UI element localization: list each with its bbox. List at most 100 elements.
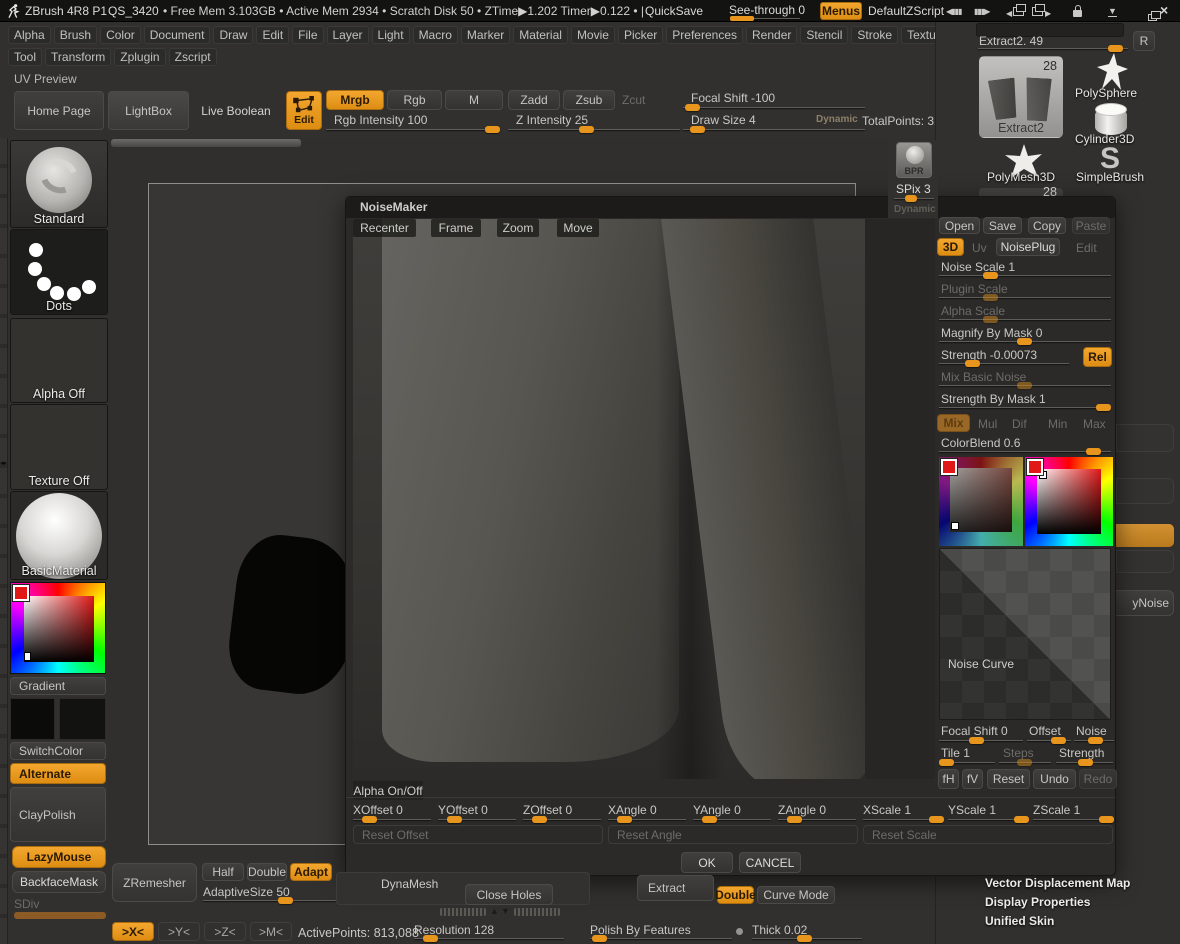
strength-slider[interactable] — [939, 360, 1069, 367]
slider-handle[interactable] — [1096, 404, 1112, 411]
blend-tab-max[interactable]: Max — [1083, 417, 1106, 431]
zoffset-slider[interactable] — [523, 816, 601, 823]
canvas-top-scrollbar[interactable] — [111, 139, 301, 147]
half-button[interactable]: Half — [202, 863, 244, 881]
noise-color2-swatch[interactable] — [1026, 458, 1044, 476]
slider-handle[interactable] — [787, 816, 803, 823]
xangle-slider[interactable] — [608, 816, 686, 823]
slider-handle[interactable] — [422, 935, 438, 942]
see-through-slider-label[interactable]: See-through 0 — [729, 3, 805, 17]
stepper-stripe[interactable] — [440, 908, 486, 916]
menu-marker[interactable]: Marker — [460, 26, 511, 44]
reset-angle-button[interactable]: Reset Angle — [608, 825, 858, 844]
menu-zplugin[interactable]: Zplugin — [114, 48, 166, 66]
menu-transform[interactable]: Transform — [45, 48, 112, 66]
menu-vector-displacement-map[interactable]: Vector Displacement Map — [985, 876, 1130, 890]
noise-color1-swatch[interactable] — [940, 458, 958, 476]
plugin-scale-slider[interactable] — [939, 294, 1111, 301]
slider-handle[interactable] — [968, 737, 984, 744]
menu-unified-skin[interactable]: Unified Skin — [985, 914, 1054, 928]
scroll-arrows-icon[interactable]: ◂▸ — [0, 460, 7, 467]
subdivision-stepper[interactable]: ▲ ▼ — [440, 906, 560, 917]
extract-button[interactable]: Extract — [637, 875, 714, 901]
tile-slider[interactable] — [939, 759, 995, 766]
draw-size-dynamic-label[interactable]: Dynamic — [816, 114, 858, 125]
slider-handle[interactable] — [1085, 448, 1101, 455]
slider-handle[interactable] — [277, 897, 293, 904]
float-panel-left-icon[interactable]: ◀ — [1006, 4, 1027, 18]
recenter-button[interactable]: Recenter — [353, 219, 416, 237]
menu-edit[interactable]: Edit — [256, 26, 290, 44]
sv-square[interactable] — [1037, 469, 1101, 534]
resolution-slider[interactable] — [414, 935, 564, 942]
yscale-slider[interactable] — [948, 816, 1030, 823]
dynamesh-label[interactable]: DynaMesh — [381, 877, 438, 891]
mrgb-button[interactable]: Mrgb — [326, 90, 384, 110]
alternate-button[interactable]: Alternate — [10, 763, 106, 784]
sv-square[interactable] — [950, 468, 1012, 532]
gradient-button[interactable]: Gradient — [10, 677, 106, 695]
slider-handle[interactable] — [1108, 45, 1123, 52]
menu-movie[interactable]: Movie — [570, 26, 615, 44]
close-icon[interactable]: × — [1160, 2, 1168, 18]
left-scrollbar[interactable]: ◂▸ — [0, 138, 8, 944]
see-through-slider[interactable] — [730, 16, 800, 21]
slider-handle[interactable] — [702, 816, 718, 823]
focal-shift-slider[interactable] — [683, 104, 865, 111]
rgb-button[interactable]: Rgb — [387, 90, 442, 110]
menu-stroke[interactable]: Stroke — [851, 26, 899, 44]
zangle-slider[interactable] — [778, 816, 856, 823]
blend-tab-mul[interactable]: Mul — [978, 417, 997, 431]
mirror-y-button[interactable]: >Y< — [158, 922, 200, 941]
quicksave-button[interactable]: QuickSave — [645, 4, 703, 18]
menu-picker[interactable]: Picker — [617, 26, 664, 44]
blend-tab-dif[interactable]: Dif — [1012, 417, 1027, 431]
alpha-scale-slider[interactable] — [939, 316, 1111, 323]
menu-brush[interactable]: Brush — [53, 26, 98, 44]
edit-button[interactable]: Edit — [286, 91, 322, 130]
bpr-button[interactable]: BPR — [896, 142, 932, 178]
draw-size-slider[interactable] — [683, 126, 865, 133]
curve-noise-slider[interactable] — [1074, 737, 1114, 744]
brush-thumbnail-standard[interactable]: Standard — [10, 140, 108, 228]
reset-scale-button[interactable]: Reset Scale — [863, 825, 1113, 844]
slider-handle[interactable] — [1014, 816, 1030, 823]
current-color-swatch[interactable] — [12, 584, 30, 602]
xoffset-slider[interactable] — [353, 816, 431, 823]
slider-handle[interactable] — [592, 935, 607, 942]
menu-color[interactable]: Color — [100, 26, 141, 44]
extract-slider[interactable] — [978, 45, 1128, 52]
switch-color-button[interactable]: SwitchColor — [10, 742, 106, 760]
menu-zscript[interactable]: Zscript — [168, 48, 217, 66]
slider-handle[interactable] — [579, 126, 595, 133]
slider-handle[interactable] — [484, 126, 500, 133]
copy-button[interactable]: Copy — [1028, 217, 1066, 234]
home-page-button[interactable]: Home Page — [14, 91, 104, 130]
polymesh3d-label[interactable]: PolyMesh3D — [987, 170, 1055, 184]
slider-handle[interactable] — [1099, 816, 1115, 823]
slider-handle[interactable] — [532, 816, 548, 823]
mirror-z-button[interactable]: >Z< — [204, 922, 246, 941]
slider-handle[interactable] — [982, 272, 998, 279]
curve-offset-slider[interactable] — [1027, 737, 1071, 744]
next-document-icon[interactable]: ▮▮▮▶ — [974, 7, 990, 16]
zscale-slider[interactable] — [1033, 816, 1115, 823]
backface-mask-button[interactable]: BackfaceMask — [12, 871, 106, 893]
move-button[interactable]: Move — [557, 219, 599, 237]
mirror-m-button[interactable]: >M< — [250, 922, 292, 941]
noiseplug-button[interactable]: NoisePlug — [996, 238, 1060, 256]
mode-uv-button[interactable]: Uv — [972, 241, 987, 255]
noise-scale-slider[interactable] — [939, 272, 1111, 279]
stepper-down-icon[interactable]: ▼ — [501, 906, 510, 916]
thick-slider[interactable] — [752, 935, 862, 942]
alpha-thumbnail[interactable]: Alpha Off — [10, 318, 108, 403]
active-tool-thumbnail[interactable]: 28 Extract2 — [979, 56, 1063, 138]
strength-by-mask-slider[interactable] — [939, 404, 1112, 411]
blend-tab-min[interactable]: Min — [1048, 417, 1067, 431]
m-button[interactable]: M — [445, 90, 503, 110]
rel-button[interactable]: Rel — [1083, 347, 1112, 367]
paste-button[interactable]: Paste — [1072, 217, 1110, 234]
magnify-by-mask-slider[interactable] — [939, 338, 1111, 345]
blend-tab-mix[interactable]: Mix — [937, 414, 970, 432]
restore-icon[interactable] — [1148, 11, 1162, 21]
